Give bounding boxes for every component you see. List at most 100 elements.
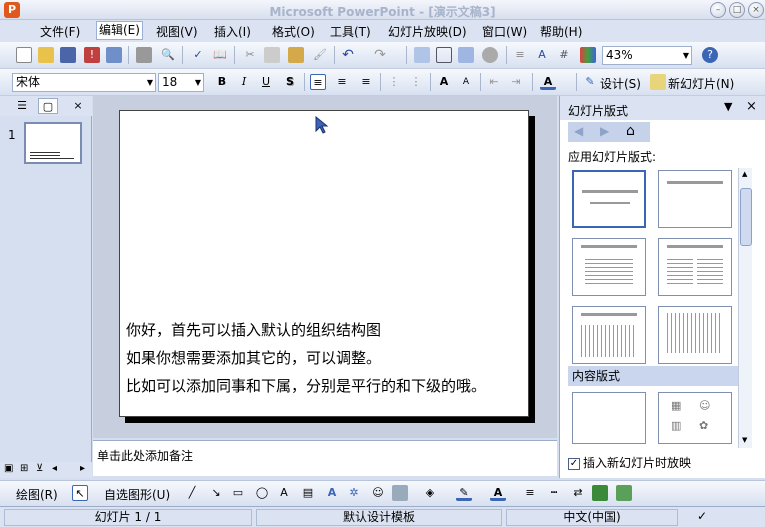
decrease-indent-icon[interactable]: ⇤ (486, 74, 502, 90)
menu-edit[interactable]: 编辑(E) (96, 21, 143, 40)
cut-icon[interactable]: ✂ (242, 47, 258, 63)
increase-indent-icon[interactable]: ⇥ (508, 74, 524, 90)
scroll-thumb[interactable] (740, 188, 752, 246)
layout-content[interactable]: ▦ ☺ ▥ ✿ (658, 392, 732, 444)
shadow-style-icon[interactable] (592, 485, 608, 501)
close-icon[interactable]: × (746, 99, 757, 114)
normal-view-icon[interactable]: ▣ (4, 463, 13, 474)
oval-icon[interactable]: ◯ (254, 485, 270, 501)
scroll-right-icon[interactable]: ▸ (80, 463, 85, 474)
menu-help[interactable]: 帮助(H) (540, 23, 582, 40)
insert-table-icon[interactable] (436, 47, 452, 63)
close-pane-icon[interactable]: × (68, 98, 88, 114)
layout-blank[interactable] (572, 392, 646, 444)
print-preview-icon[interactable]: 🔍 (160, 47, 176, 63)
print-icon[interactable] (136, 47, 152, 63)
rectangle-icon[interactable]: ▭ (230, 485, 246, 501)
wordart-icon[interactable]: A (324, 485, 340, 501)
slide-text-line[interactable]: 你好，首先可以插入默认的组织结构图 (126, 319, 381, 340)
open-folder-icon[interactable] (38, 47, 54, 63)
dash-style-icon[interactable]: ┅ (546, 485, 562, 501)
font-color-icon[interactable]: A (540, 74, 556, 90)
home-icon[interactable]: ⌂ (626, 123, 635, 139)
line-style-icon[interactable]: ≡ (522, 485, 538, 501)
arrow-icon[interactable]: ↘ (208, 485, 224, 501)
minimize-icon[interactable]: – (710, 2, 726, 18)
slide-canvas[interactable]: 你好，首先可以插入默认的组织结构图 如果你想需要添加其它的，可以调整。 比如可以… (119, 110, 529, 417)
align-left-icon[interactable]: ≡ (310, 74, 326, 90)
bold-button[interactable]: B (214, 74, 230, 90)
scroll-left-icon[interactable]: ◂ (52, 463, 57, 474)
show-on-insert-checkbox[interactable]: ✓ 插入新幻灯片时放映 (568, 454, 691, 471)
slideshow-view-icon[interactable]: ⊻ (36, 463, 43, 474)
fill-color-icon[interactable]: ◈ (422, 485, 438, 501)
format-painter-icon[interactable]: 🖌 (312, 47, 328, 63)
scroll-down-icon[interactable]: ▼ (742, 436, 747, 444)
maximize-icon[interactable]: □ (729, 2, 745, 18)
draw-menu-button[interactable]: 绘图(R) (16, 486, 58, 503)
decrease-font-icon[interactable]: A (458, 74, 474, 90)
line-icon[interactable]: ╱ (184, 485, 200, 501)
notes-pane[interactable]: 单击此处添加备注 (93, 440, 557, 476)
design-icon[interactable]: ✎ (582, 74, 598, 90)
menu-insert[interactable]: 插入(I) (214, 23, 251, 40)
font-name-combo[interactable]: 宋体 ▼ (12, 73, 156, 92)
new-slide-icon[interactable] (650, 74, 666, 90)
permission-icon[interactable]: ! (84, 47, 100, 63)
slide-text-line[interactable]: 如果你想需要添加其它的，可以调整。 (126, 347, 381, 368)
sorter-view-icon[interactable]: ⊞ (20, 463, 28, 474)
zoom-combo[interactable]: 43% ▼ (602, 46, 692, 65)
menu-file[interactable]: 文件(F) (40, 23, 80, 40)
checkbox-checked-icon[interactable]: ✓ (568, 457, 580, 470)
notes-placeholder[interactable]: 单击此处添加备注 (97, 447, 193, 464)
new-slide-button[interactable]: 新幻灯片(N) (668, 75, 734, 92)
layout-two-columns[interactable] (658, 238, 732, 296)
forward-icon[interactable]: ▶ (600, 124, 609, 138)
back-icon[interactable]: ◀ (574, 124, 583, 138)
show-formatting-icon[interactable]: A (534, 47, 550, 63)
task-pane-scrollbar[interactable]: ▲ ▼ (738, 168, 752, 448)
3d-style-icon[interactable] (616, 485, 632, 501)
picture-icon[interactable] (392, 485, 408, 501)
slides-tab-icon[interactable]: ▢ (38, 98, 58, 114)
help-icon[interactable]: ? (702, 47, 718, 63)
scroll-up-icon[interactable]: ▲ (742, 170, 747, 178)
menu-window[interactable]: 窗口(W) (482, 23, 527, 40)
copy-icon[interactable] (264, 47, 280, 63)
show-grid-icon[interactable]: # (556, 47, 572, 63)
menu-view[interactable]: 视图(V) (156, 23, 198, 40)
insert-diagram-icon[interactable] (482, 47, 498, 63)
menu-format[interactable]: 格式(O) (272, 23, 315, 40)
line-color-icon[interactable]: ✎ (456, 485, 472, 501)
slide-thumbnail[interactable] (24, 122, 82, 164)
spelling-status-icon[interactable]: ✓ (682, 509, 722, 526)
autoshapes-button[interactable]: 自选图形(U) (104, 486, 170, 503)
new-document-icon[interactable] (16, 47, 32, 63)
layout-vertical-text[interactable] (572, 306, 646, 364)
menu-slideshow[interactable]: 幻灯片放映(D) (388, 23, 467, 40)
task-pane-menu-icon[interactable]: ▼ (724, 100, 732, 113)
font-color-icon[interactable]: A (490, 485, 506, 501)
outline-tab-icon[interactable]: ☰ (12, 98, 32, 114)
layout-vertical-title-text[interactable] (658, 306, 732, 364)
bullets-icon[interactable]: ⋮ (408, 74, 424, 90)
underline-button[interactable]: U (258, 74, 274, 90)
redo-icon[interactable]: ↷ (372, 47, 388, 63)
save-icon[interactable] (60, 47, 76, 63)
expand-all-icon[interactable]: ≡ (512, 47, 528, 63)
align-right-icon[interactable]: ≡ (358, 74, 374, 90)
email-icon[interactable] (106, 47, 122, 63)
color-grayscale-icon[interactable] (580, 47, 596, 63)
italic-button[interactable]: I (236, 74, 252, 90)
research-icon[interactable]: 📖 (212, 47, 228, 63)
menu-tools[interactable]: 工具(T) (330, 23, 371, 40)
clipart-icon[interactable]: ☺ (370, 485, 386, 501)
increase-font-icon[interactable]: A (436, 74, 452, 90)
layout-title-slide[interactable] (572, 170, 646, 228)
textbox-icon[interactable]: A (276, 485, 292, 501)
close-icon[interactable]: × (748, 2, 764, 18)
spelling-icon[interactable]: ✓ (190, 47, 206, 63)
insert-diagram-icon[interactable]: ✲ (346, 485, 362, 501)
select-pointer-icon[interactable]: ↖ (72, 485, 88, 501)
shadow-button[interactable]: S (282, 74, 298, 90)
